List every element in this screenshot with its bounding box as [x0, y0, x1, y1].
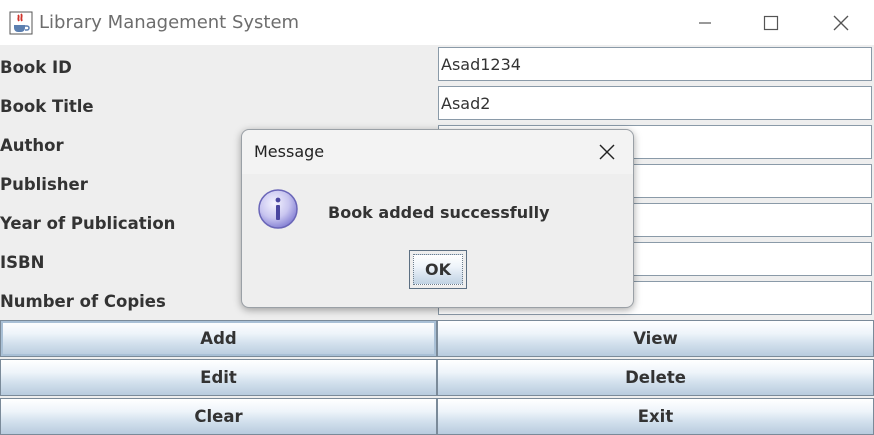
- dialog-message: Book added successfully: [328, 203, 550, 222]
- message-dialog: Message Book added successfully OK: [241, 129, 634, 308]
- minimize-button[interactable]: [670, 0, 740, 45]
- window-title-bar: Library Management System: [0, 0, 874, 45]
- maximize-icon: [763, 15, 779, 30]
- close-icon: [599, 144, 615, 160]
- label-book-id: Book ID: [0, 58, 72, 77]
- info-icon: [258, 189, 298, 229]
- clear-button[interactable]: Clear: [0, 398, 437, 435]
- minimize-icon: [699, 21, 711, 24]
- exit-button[interactable]: Exit: [437, 398, 874, 435]
- delete-button[interactable]: Delete: [437, 359, 874, 396]
- maximize-button[interactable]: [736, 0, 806, 45]
- edit-button[interactable]: Edit: [0, 359, 437, 396]
- view-button[interactable]: View: [437, 320, 874, 357]
- ok-button[interactable]: OK: [409, 250, 467, 289]
- close-icon: [833, 15, 849, 30]
- book-id-field[interactable]: [438, 47, 872, 81]
- dialog-title-bar: Message: [242, 130, 633, 174]
- java-cup-icon: [9, 11, 33, 35]
- book-title-field[interactable]: [438, 86, 872, 120]
- window-title: Library Management System: [39, 12, 300, 33]
- label-book-title: Book Title: [0, 97, 94, 116]
- dialog-title: Message: [254, 142, 325, 161]
- dialog-close-button[interactable]: [581, 130, 633, 174]
- close-window-button[interactable]: [806, 0, 874, 45]
- ok-button-label: OK: [413, 254, 463, 285]
- add-button[interactable]: Add: [0, 320, 437, 357]
